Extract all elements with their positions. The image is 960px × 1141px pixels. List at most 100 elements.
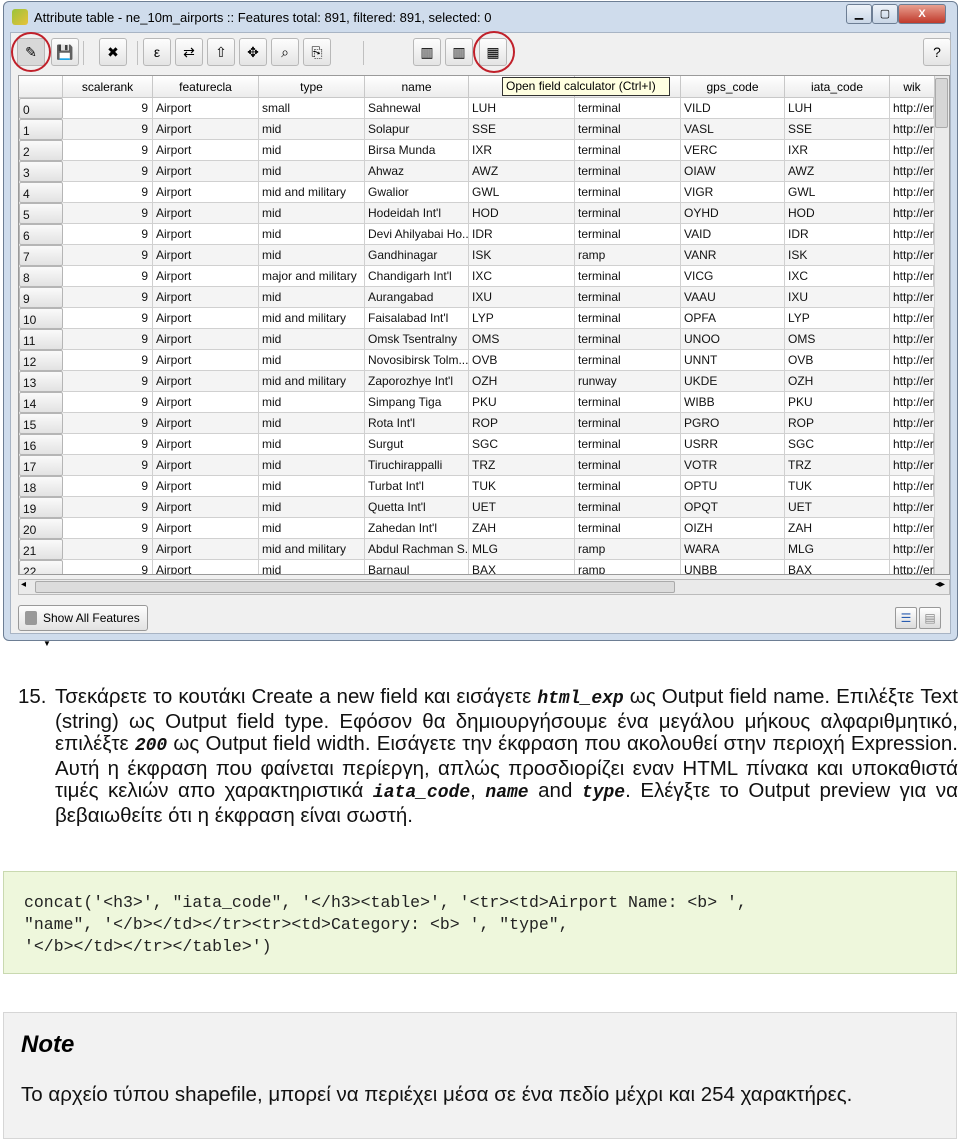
- cell-abbrev[interactable]: LUH: [469, 98, 575, 119]
- cell-name[interactable]: Birsa Munda: [365, 140, 469, 161]
- cell-location[interactable]: terminal: [575, 392, 681, 413]
- delete-column-button[interactable]: ▥: [413, 38, 441, 66]
- cell-name[interactable]: Surgut: [365, 434, 469, 455]
- cell-gps_code[interactable]: VAID: [681, 224, 785, 245]
- cell-iata_code[interactable]: MLG: [785, 539, 890, 560]
- table-row[interactable]: 9 9 Airport mid Aurangabad IXU terminal VAAU IXU…: [19, 287, 935, 308]
- cell-scalerank[interactable]: 9: [63, 287, 153, 308]
- cell-location[interactable]: terminal: [575, 287, 681, 308]
- cell-abbrev[interactable]: AWZ: [469, 161, 575, 182]
- show-all-features-button[interactable]: Show All Features ▼: [18, 605, 148, 648]
- cell-iata_code[interactable]: AWZ: [785, 161, 890, 182]
- cell-scalerank[interactable]: 9: [63, 245, 153, 266]
- cell-featurecla[interactable]: Airport: [153, 518, 259, 539]
- cell-gps_code[interactable]: VIGR: [681, 182, 785, 203]
- cell-featurecla[interactable]: Airport: [153, 434, 259, 455]
- cell-scalerank[interactable]: 9: [63, 434, 153, 455]
- cell-name[interactable]: Tiruchirappalli: [365, 455, 469, 476]
- cell-scalerank[interactable]: 9: [63, 518, 153, 539]
- maximize-button[interactable]: ▢: [872, 4, 898, 24]
- cell-name[interactable]: Barnaul: [365, 560, 469, 574]
- cell-location[interactable]: terminal: [575, 98, 681, 119]
- row-number[interactable]: 6: [19, 224, 63, 245]
- row-number[interactable]: 8: [19, 266, 63, 287]
- cell-scalerank[interactable]: 9: [63, 182, 153, 203]
- cell-scalerank[interactable]: 9: [63, 392, 153, 413]
- cell-gps_code[interactable]: OPTU: [681, 476, 785, 497]
- cell-featurecla[interactable]: Airport: [153, 140, 259, 161]
- row-number[interactable]: 0: [19, 98, 63, 119]
- cell-wikipedia[interactable]: http://er: [890, 287, 935, 308]
- cell-name[interactable]: Gandhinagar: [365, 245, 469, 266]
- cell-featurecla[interactable]: Airport: [153, 371, 259, 392]
- cell-name[interactable]: Chandigarh Int'l: [365, 266, 469, 287]
- scroll-thumb[interactable]: [935, 78, 948, 128]
- cell-iata_code[interactable]: ROP: [785, 413, 890, 434]
- cell-iata_code[interactable]: ZAH: [785, 518, 890, 539]
- cell-abbrev[interactable]: IXR: [469, 140, 575, 161]
- cell-gps_code[interactable]: OYHD: [681, 203, 785, 224]
- scroll-right-icon[interactable]: ◂▸: [935, 579, 945, 590]
- cell-wikipedia[interactable]: http://er: [890, 434, 935, 455]
- cell-wikipedia[interactable]: http://er: [890, 350, 935, 371]
- cell-name[interactable]: Turbat Int'l: [365, 476, 469, 497]
- column-header-featurecla[interactable]: featurecla: [153, 76, 259, 98]
- cell-featurecla[interactable]: Airport: [153, 98, 259, 119]
- cell-type[interactable]: mid and military: [259, 371, 365, 392]
- table-row[interactable]: 10 9 Airport mid and military Faisalabad Int…: [19, 308, 935, 329]
- cell-location[interactable]: terminal: [575, 518, 681, 539]
- scroll-left-icon[interactable]: ◂: [21, 579, 26, 590]
- cell-iata_code[interactable]: SGC: [785, 434, 890, 455]
- cell-abbrev[interactable]: ZAH: [469, 518, 575, 539]
- cell-location[interactable]: terminal: [575, 476, 681, 497]
- cell-gps_code[interactable]: VOTR: [681, 455, 785, 476]
- table-row[interactable]: 22 9 Airport mid Barnaul BAX ramp UNBB BAX http:/…: [19, 560, 935, 574]
- cell-name[interactable]: Hodeidah Int'l: [365, 203, 469, 224]
- cell-type[interactable]: mid: [259, 497, 365, 518]
- cell-iata_code[interactable]: SSE: [785, 119, 890, 140]
- table-row[interactable]: 13 9 Airport mid and military Zaporozhye Int…: [19, 371, 935, 392]
- cell-abbrev[interactable]: TUK: [469, 476, 575, 497]
- table-row[interactable]: 3 9 Airport mid Ahwaz AWZ terminal OIAW AWZ http:…: [19, 161, 935, 182]
- row-number[interactable]: 21: [19, 539, 63, 560]
- cell-abbrev[interactable]: MLG: [469, 539, 575, 560]
- cell-iata_code[interactable]: LUH: [785, 98, 890, 119]
- scroll-thumb[interactable]: [35, 581, 675, 593]
- cell-name[interactable]: Devi Ahilyabai Ho...: [365, 224, 469, 245]
- cell-featurecla[interactable]: Airport: [153, 392, 259, 413]
- cell-featurecla[interactable]: Airport: [153, 476, 259, 497]
- horizontal-scrollbar[interactable]: ◂ ◂▸: [18, 579, 950, 595]
- cell-scalerank[interactable]: 9: [63, 329, 153, 350]
- table-row[interactable]: 12 9 Airport mid Novosibirsk Tolm... OVB termi…: [19, 350, 935, 371]
- cell-iata_code[interactable]: TUK: [785, 476, 890, 497]
- cell-iata_code[interactable]: PKU: [785, 392, 890, 413]
- cell-wikipedia[interactable]: http://er: [890, 161, 935, 182]
- cell-location[interactable]: terminal: [575, 329, 681, 350]
- cell-gps_code[interactable]: OIAW: [681, 161, 785, 182]
- cell-iata_code[interactable]: LYP: [785, 308, 890, 329]
- cell-iata_code[interactable]: HOD: [785, 203, 890, 224]
- cell-wikipedia[interactable]: http://er: [890, 560, 935, 574]
- cell-type[interactable]: mid: [259, 560, 365, 574]
- cell-gps_code[interactable]: UNOO: [681, 329, 785, 350]
- cell-abbrev[interactable]: PKU: [469, 392, 575, 413]
- cell-name[interactable]: Simpang Tiga: [365, 392, 469, 413]
- cell-featurecla[interactable]: Airport: [153, 203, 259, 224]
- cell-type[interactable]: mid: [259, 434, 365, 455]
- cell-abbrev[interactable]: IXU: [469, 287, 575, 308]
- cell-type[interactable]: mid and military: [259, 539, 365, 560]
- cell-iata_code[interactable]: UET: [785, 497, 890, 518]
- cell-featurecla[interactable]: Airport: [153, 350, 259, 371]
- cell-iata_code[interactable]: TRZ: [785, 455, 890, 476]
- cell-gps_code[interactable]: UNNT: [681, 350, 785, 371]
- cell-name[interactable]: Aurangabad: [365, 287, 469, 308]
- cell-wikipedia[interactable]: http://er: [890, 182, 935, 203]
- cell-wikipedia[interactable]: http://er: [890, 539, 935, 560]
- cell-location[interactable]: ramp: [575, 560, 681, 574]
- row-number[interactable]: 20: [19, 518, 63, 539]
- cell-scalerank[interactable]: 9: [63, 203, 153, 224]
- corner-header[interactable]: [19, 76, 63, 98]
- cell-featurecla[interactable]: Airport: [153, 224, 259, 245]
- cell-gps_code[interactable]: WARA: [681, 539, 785, 560]
- cell-location[interactable]: terminal: [575, 497, 681, 518]
